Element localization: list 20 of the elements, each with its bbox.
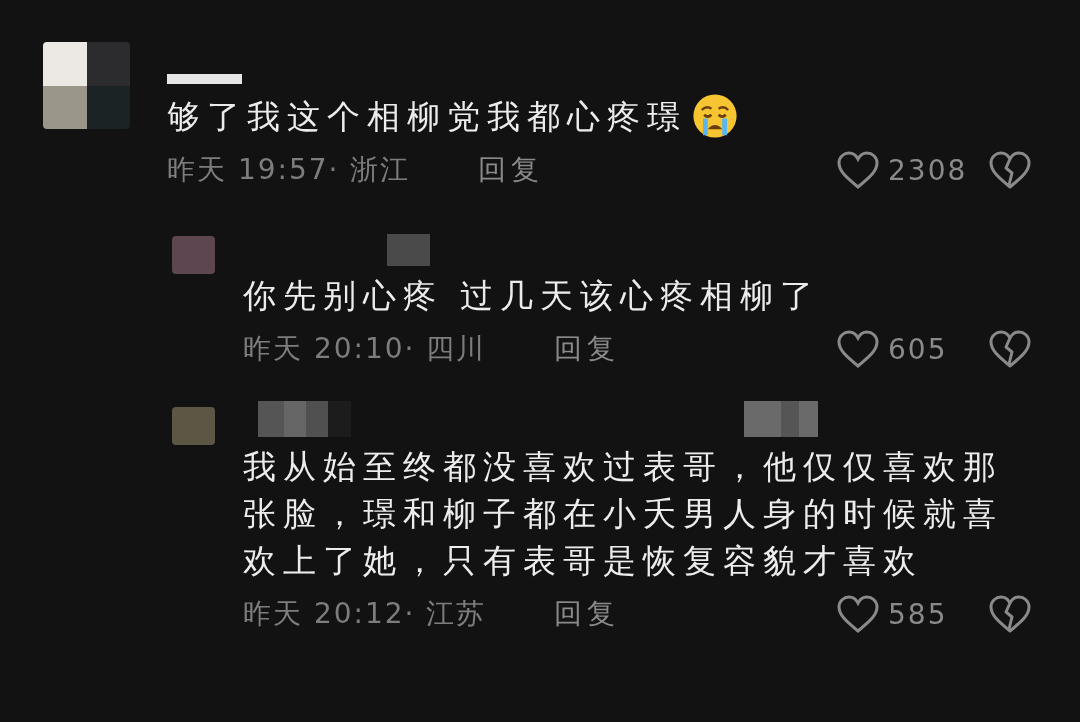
comment-text: 我从始至终都没喜欢过表哥，他仅仅喜欢那张脸，璟和柳子都在小夭男人身的时候就喜欢上了她，只有表哥是恢复容貌才喜欢 <box>243 446 1004 582</box>
reply-button[interactable]: 回复 <box>478 151 544 189</box>
heart-icon[interactable] <box>836 594 880 634</box>
comment-text: 够了我这个相柳党我都心疼璟 <box>167 95 687 138</box>
timestamp-location: 昨天 19:57· 浙江 <box>167 152 412 188</box>
reply-button[interactable]: 回复 <box>554 330 620 368</box>
heart-icon[interactable] <box>836 329 880 369</box>
like-count: 605 <box>888 332 949 366</box>
timestamp-location: 昨天 20:10· 四川 <box>243 331 488 367</box>
pixelated-avatar[interactable] <box>43 42 130 129</box>
reply-button[interactable]: 回复 <box>554 595 620 633</box>
timestamp-location: 昨天 20:12· 江苏 <box>243 596 488 632</box>
like-count: 585 <box>888 597 949 631</box>
broken-heart-icon[interactable] <box>988 150 1032 190</box>
pixelated-name[interactable] <box>258 401 818 437</box>
like-count: 2308 <box>888 153 969 187</box>
heart-icon[interactable] <box>836 150 880 190</box>
broken-heart-icon[interactable] <box>988 329 1032 369</box>
comment-text: 你先别心疼 过几天该心疼相柳了 <box>243 275 821 317</box>
broken-heart-icon[interactable] <box>988 594 1032 634</box>
